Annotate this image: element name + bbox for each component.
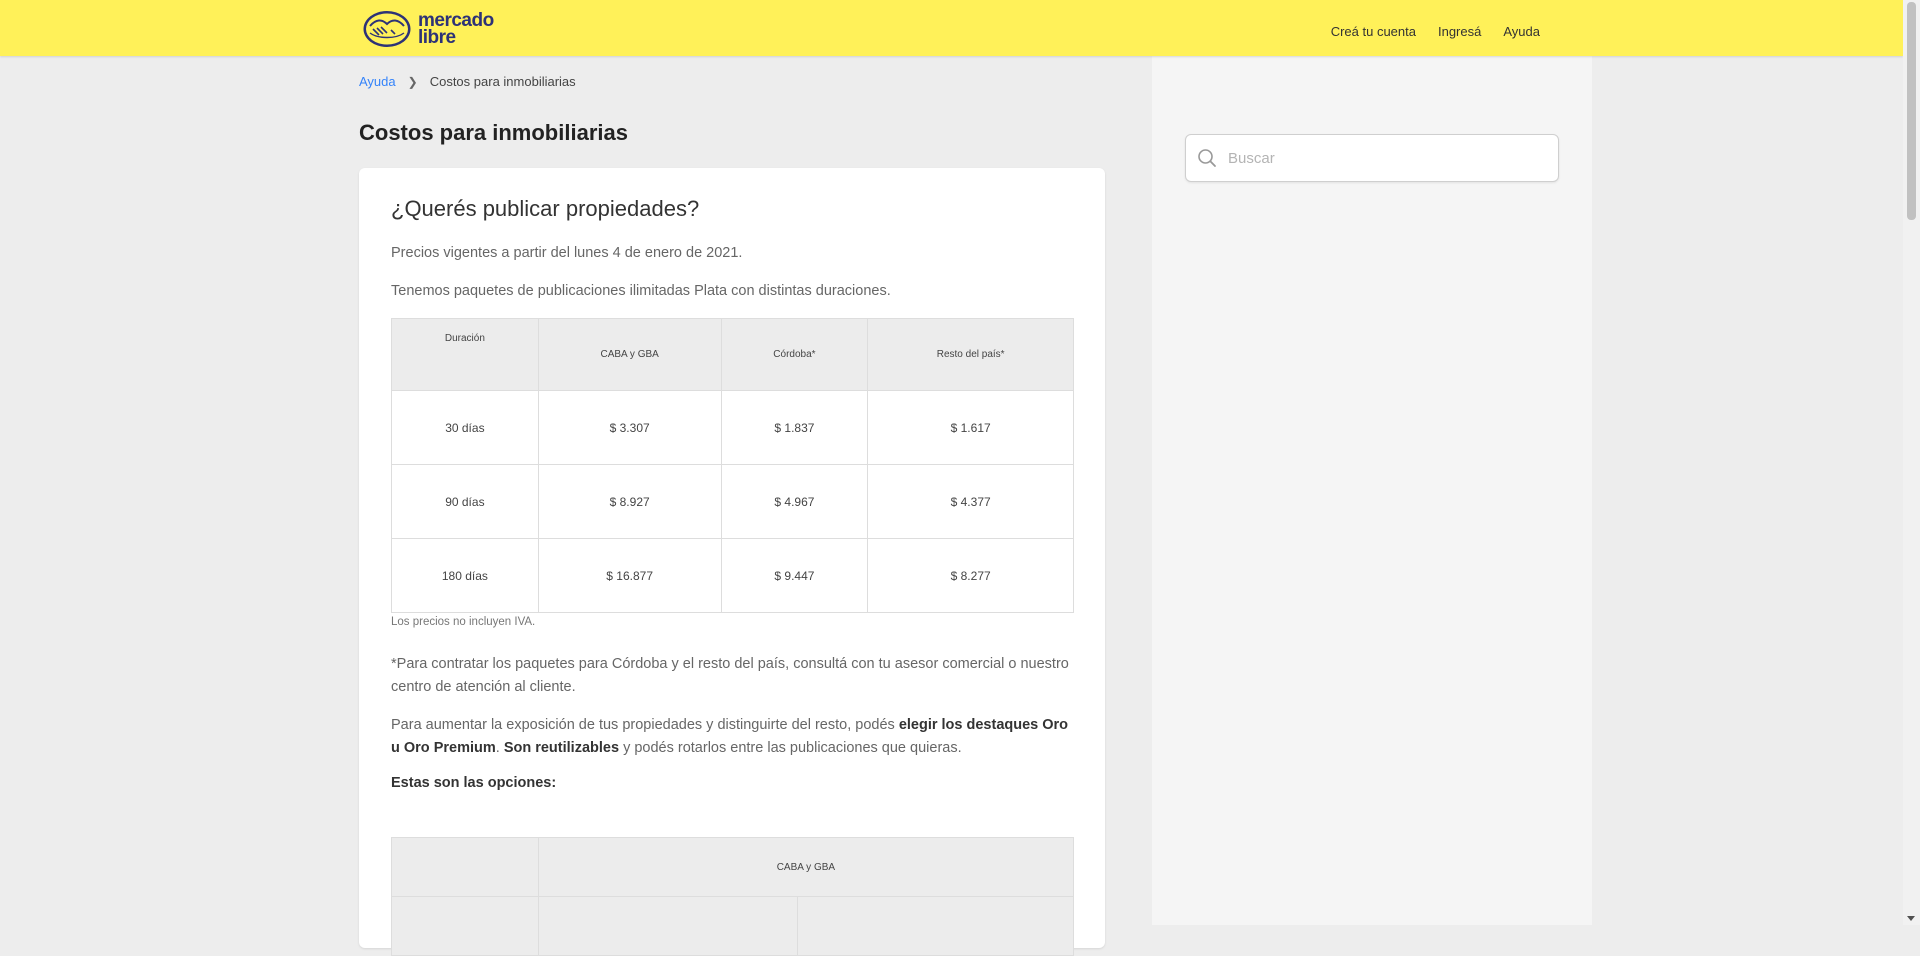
table-row: 30 días $ 3.307 $ 1.837 $ 1.617 xyxy=(391,390,1074,465)
table-cell xyxy=(391,896,539,956)
column-header-duration: Duración xyxy=(391,318,539,391)
header-nav: Creá tu cuenta Ingresá Ayuda xyxy=(1331,0,1540,62)
article-paragraph-packages: Tenemos paquetes de publicaciones ilimit… xyxy=(391,283,891,299)
article-paragraph-contact: *Para contratar los paquetes para Córdob… xyxy=(391,656,1069,695)
prices-note: Los precios no incluyen IVA. xyxy=(391,616,536,628)
prices-table: Duración CABA y GBA Córdoba* Resto del p… xyxy=(391,318,1074,613)
table-row: 90 días $ 8.927 $ 4.967 $ 4.377 xyxy=(391,464,1074,539)
table-cell: $ 4.377 xyxy=(867,464,1074,539)
prices-table-header-row: Duración CABA y GBA Córdoba* Resto del p… xyxy=(391,318,1074,391)
table-cell: 30 días xyxy=(391,390,539,465)
table-cell: $ 9.447 xyxy=(720,538,869,613)
page-title: Costos para inmobiliarias xyxy=(359,120,628,145)
table-cell: 180 días xyxy=(391,538,539,613)
table-cell: $ 4.967 xyxy=(720,464,869,539)
highlights-text-3: y podés rotarlos entre las publicaciones… xyxy=(619,740,962,756)
article-content: ¿Querés publicar propiedades? Precios vi… xyxy=(391,196,1075,956)
table-cell xyxy=(537,896,799,956)
table-cell: $ 1.837 xyxy=(720,390,869,465)
scroll-down-arrow-icon[interactable] xyxy=(1907,916,1915,921)
breadcrumb: Ayuda ❯ Costos para inmobiliarias xyxy=(359,74,576,89)
table-cell: $ 3.307 xyxy=(537,390,722,465)
logo-text-line2: libre xyxy=(418,27,456,48)
breadcrumb-root-link[interactable]: Ayuda xyxy=(359,74,396,89)
table-row: 180 días $ 16.877 $ 9.447 $ 8.277 xyxy=(391,538,1074,613)
mercadolibre-logo[interactable]: mercado libre xyxy=(362,8,502,50)
scrollbar-thumb[interactable] xyxy=(1907,2,1916,220)
highlights-text-2: . xyxy=(495,740,504,756)
article-paragraph-validity: Precios vigentes a partir del lunes 4 de… xyxy=(391,245,743,261)
column-header-cordoba: Córdoba* xyxy=(720,318,869,391)
page-scrollbar[interactable] xyxy=(1903,0,1920,925)
column-header-caba: CABA y GBA xyxy=(537,318,722,391)
sidebar-panel xyxy=(1152,56,1592,925)
top-header: mercado libre Creá tu cuenta Ingresá Ayu… xyxy=(0,0,1903,56)
options-table-subheader-row xyxy=(391,896,1074,956)
highlights-text-1: Para aumentar la exposición de tus propi… xyxy=(391,717,899,733)
table-cell: $ 8.277 xyxy=(867,538,1074,613)
table-cell: $ 1.617 xyxy=(867,390,1074,465)
chevron-right-icon: ❯ xyxy=(407,74,418,89)
article-card: ¿Querés publicar propiedades? Precios vi… xyxy=(359,168,1105,956)
table-cell: $ 16.877 xyxy=(537,538,722,613)
help-link[interactable]: Ayuda xyxy=(1503,24,1540,39)
login-link[interactable]: Ingresá xyxy=(1438,24,1481,39)
article-paragraph-highlights: Para aumentar la exposición de tus propi… xyxy=(391,714,1075,760)
options-label: Estas son las opciones: xyxy=(391,775,557,791)
article-heading: ¿Querés publicar propiedades? xyxy=(391,196,700,221)
options-column-header-caba: CABA y GBA xyxy=(537,837,1075,897)
table-cell xyxy=(391,837,539,897)
search-box[interactable] xyxy=(1185,134,1559,182)
search-icon xyxy=(1196,147,1218,169)
table-cell xyxy=(797,896,1074,956)
handshake-logo-icon xyxy=(363,11,411,47)
column-header-rest: Resto del país* xyxy=(867,318,1074,391)
highlights-bold-2: Son reutilizables xyxy=(503,740,620,756)
table-cell: 90 días xyxy=(391,464,539,539)
options-table-header-row: CABA y GBA xyxy=(391,837,1075,897)
options-table: CABA y GBA xyxy=(391,837,1075,956)
search-input[interactable] xyxy=(1226,148,1558,168)
create-account-link[interactable]: Creá tu cuenta xyxy=(1331,24,1416,39)
breadcrumb-current: Costos para inmobiliarias xyxy=(429,74,576,89)
table-cell: $ 8.927 xyxy=(537,464,722,539)
